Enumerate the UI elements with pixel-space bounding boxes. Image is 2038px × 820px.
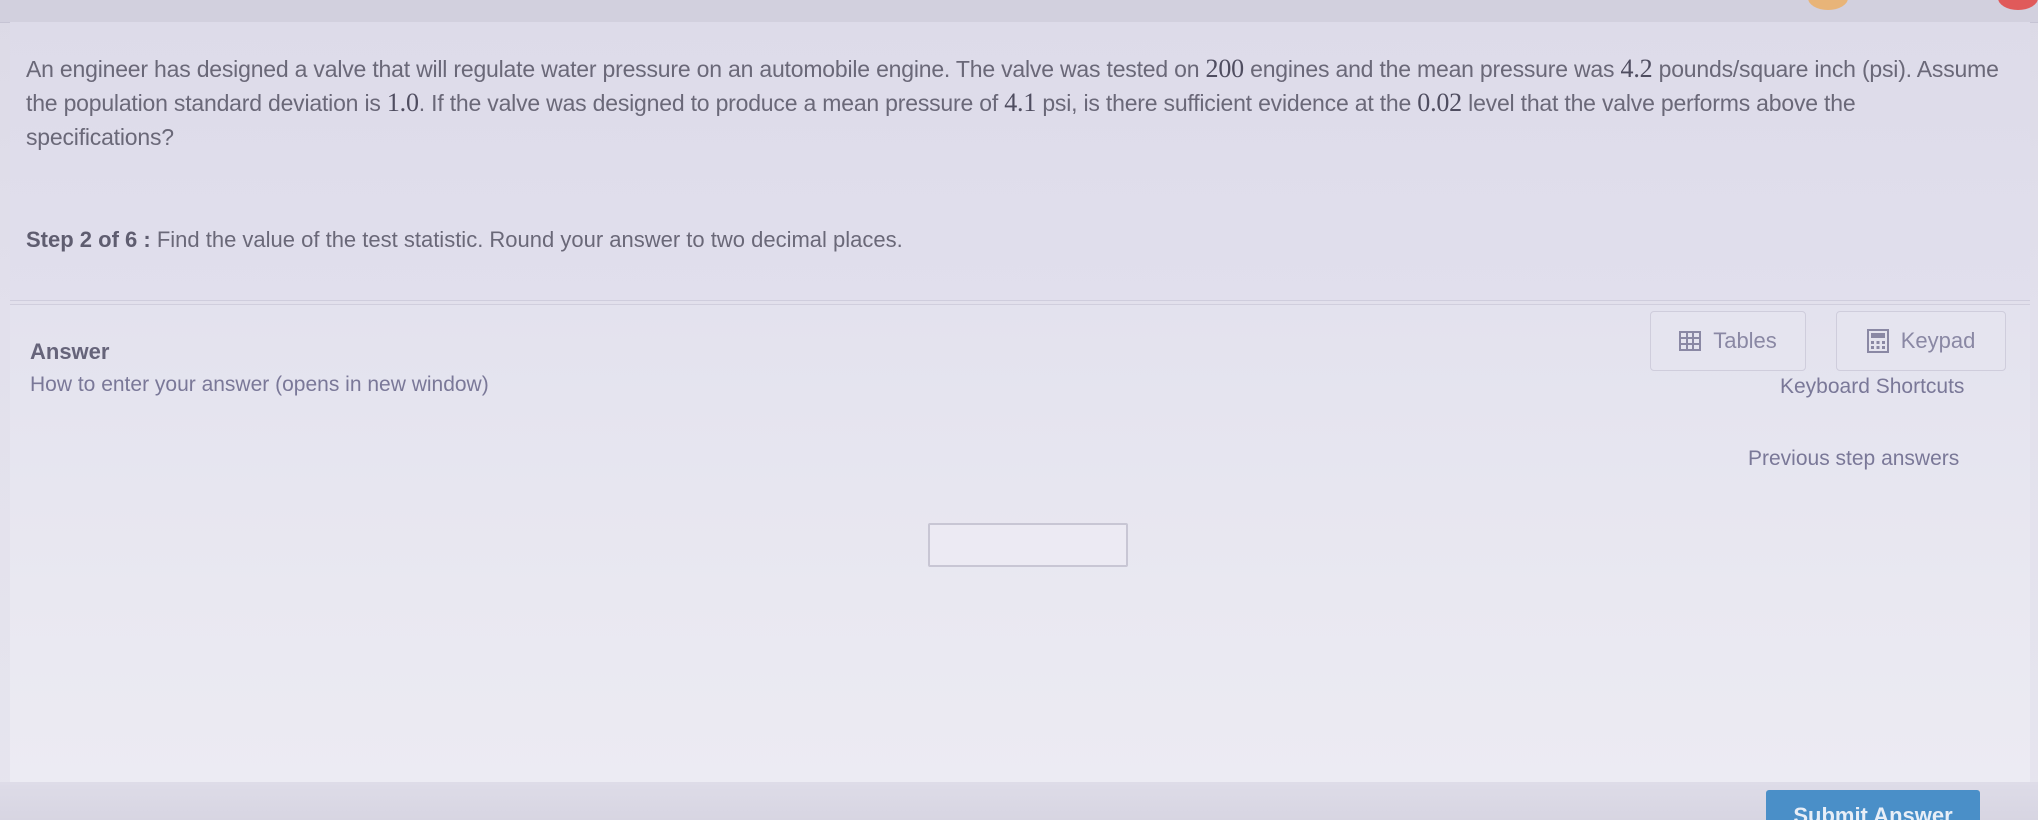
bottom-strip: [0, 782, 2038, 820]
keypad-button[interactable]: Keypad: [1836, 311, 2006, 371]
tables-button-label: Tables: [1713, 328, 1777, 353]
step-label: Step 2 of 6 :: [26, 227, 151, 252]
red-indicator-icon: [1998, 0, 2038, 10]
significance-level: 0.02: [1417, 88, 1462, 117]
sample-mean-pressure: 4.2: [1620, 54, 1653, 83]
table-grid-icon: [1679, 331, 1702, 351]
calculator-keypad-icon: [1866, 329, 1889, 353]
step-instruction: Step 2 of 6 : Find the value of the test…: [26, 227, 903, 253]
top-toolbar-strip: [0, 0, 2038, 23]
how-to-enter-answer-link[interactable]: How to enter your answer (opens in new w…: [30, 373, 489, 397]
answer-panel: Answer How to enter your answer (opens i…: [10, 304, 2030, 783]
question-text-part: psi, is there sufficient evidence at the: [1036, 90, 1418, 116]
keyboard-shortcuts-link[interactable]: Keyboard Shortcuts: [1780, 375, 1964, 399]
question-panel: An engineer has designed a valve that wi…: [10, 22, 2030, 301]
question-text-part: . If the valve was designed to produce a…: [418, 90, 1005, 116]
design-mean-pressure: 4.1: [1004, 88, 1037, 117]
keypad-button-label: Keypad: [1900, 328, 1976, 353]
page: An engineer has designed a valve that wi…: [0, 0, 2038, 820]
question-text: An engineer has designed a valve that wi…: [26, 52, 2006, 154]
submit-answer-button[interactable]: Submit Answer: [1766, 790, 1980, 820]
tables-button[interactable]: Tables: [1650, 311, 1806, 371]
orange-indicator-icon: [1808, 0, 1848, 10]
answer-input[interactable]: [928, 523, 1128, 567]
step-instruction-text: Find the value of the test statistic. Ro…: [156, 227, 903, 252]
population-std-dev: 1.0: [386, 88, 419, 117]
answer-heading: Answer: [30, 339, 110, 364]
number-of-engines: 200: [1205, 54, 1245, 83]
previous-step-answers-link[interactable]: Previous step answers: [1748, 447, 1959, 471]
question-text-part: An engineer has designed a valve that wi…: [26, 56, 1206, 82]
question-text-part: engines and the mean pressure was: [1243, 56, 1621, 82]
